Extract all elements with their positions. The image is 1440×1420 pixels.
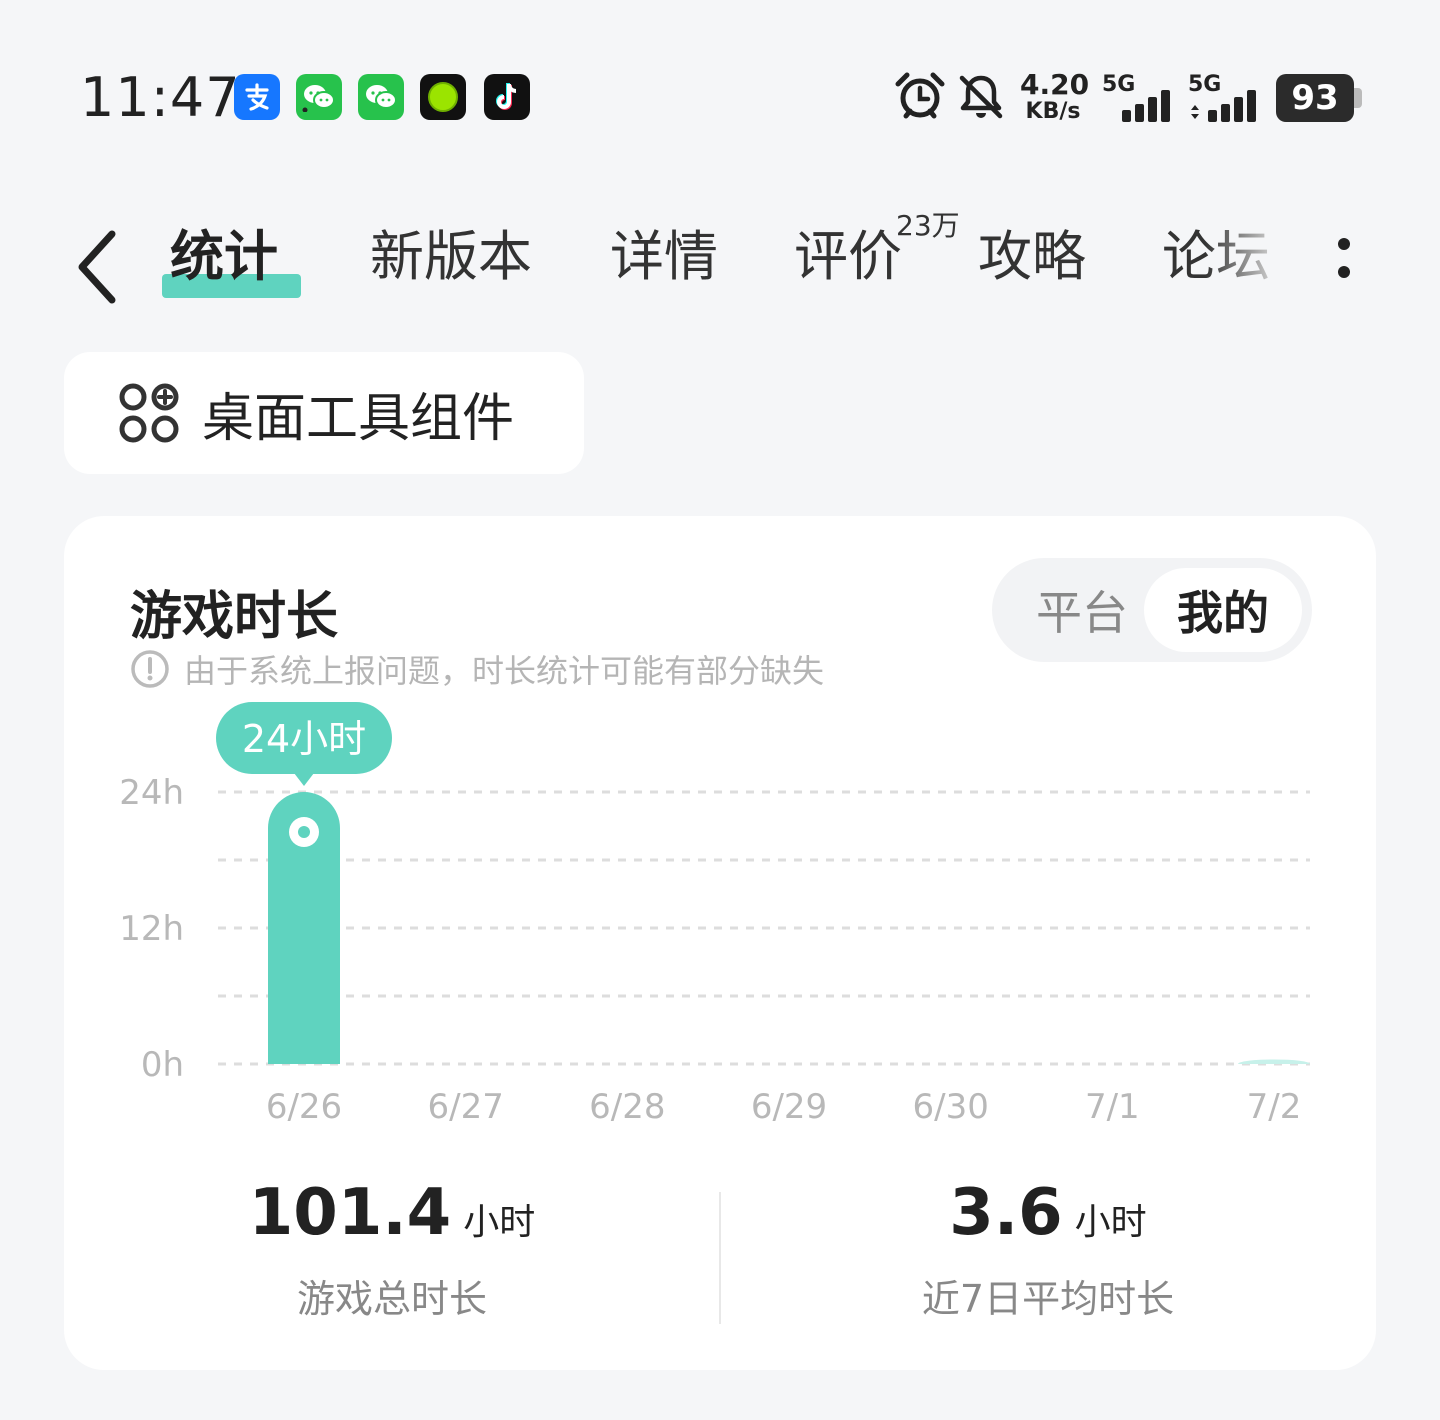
tab-details[interactable]: 详情 bbox=[610, 222, 718, 292]
card-title: 游戏时长 bbox=[130, 587, 339, 647]
net-speed-unit: KB/s bbox=[1025, 99, 1081, 124]
tab-forum[interactable]: 论坛 bbox=[1162, 222, 1270, 292]
x-tick-label: 6/28 bbox=[589, 1087, 665, 1127]
bar bbox=[1238, 1059, 1310, 1064]
bar-selected-marker-dot bbox=[298, 826, 310, 838]
signal2-icon bbox=[1191, 90, 1256, 122]
wechat-icon bbox=[296, 74, 342, 120]
tab-guides[interactable]: 攻略 bbox=[978, 222, 1086, 292]
data-notice: 由于系统上报问题，时长统计可能有部分缺失 bbox=[130, 646, 824, 692]
avg-playtime-label: 近7日平均时长 bbox=[921, 1277, 1175, 1321]
net-speed-value: 4.20 bbox=[1020, 68, 1090, 101]
info-exclamation-icon bbox=[131, 650, 169, 688]
y-tick-label: 12h bbox=[119, 909, 184, 949]
green-dot-app-icon bbox=[420, 74, 466, 120]
y-tick-label: 0h bbox=[141, 1045, 184, 1085]
x-tick-label: 6/30 bbox=[912, 1087, 988, 1127]
status-bar: 11:47 4.20 KB/s 5G 5G 93 bbox=[0, 0, 1440, 200]
desktop-widget-button[interactable]: 桌面工具组件 bbox=[64, 352, 584, 474]
tab-new-version[interactable]: 新版本 bbox=[370, 222, 532, 292]
segment-mine[interactable]: 我的 bbox=[1144, 568, 1302, 652]
y-tick-label: 24h bbox=[119, 773, 184, 813]
playtime-bar-chart: 0h 12h 24h 6/26 6/27 6/28 6/29 6/30 7/1 7/2 24小时 bbox=[119, 702, 1310, 1127]
tab-stats[interactable]: 统计 bbox=[170, 222, 278, 292]
avg-playtime-unit: 小时 bbox=[1074, 1202, 1147, 1243]
alipay-icon bbox=[234, 74, 280, 120]
wechat-icon bbox=[358, 74, 404, 120]
total-playtime: 101.4 小时 游戏总时长 bbox=[64, 1176, 720, 1323]
battery-tip bbox=[1354, 88, 1362, 108]
x-tick-label: 6/29 bbox=[751, 1087, 827, 1127]
tiktok-icon bbox=[484, 74, 530, 120]
avg-playtime: 3.6 小时 近7日平均时长 bbox=[720, 1176, 1376, 1323]
clock: 11:47 bbox=[80, 66, 241, 129]
desktop-widget-label: 桌面工具组件 bbox=[202, 388, 515, 449]
tooltip-pointer bbox=[294, 773, 314, 786]
mute-bell-icon bbox=[959, 75, 1003, 119]
avg-playtime-value: 3.6 bbox=[949, 1176, 1063, 1250]
total-playtime-label: 游戏总时长 bbox=[296, 1277, 487, 1321]
tab-reviews[interactable]: 评价 bbox=[794, 222, 902, 292]
back-button[interactable] bbox=[62, 214, 132, 304]
x-tick-label: 6/26 bbox=[266, 1087, 342, 1127]
battery-level: 93 bbox=[1276, 74, 1354, 122]
x-tick-label: 7/2 bbox=[1247, 1087, 1302, 1127]
x-tick-label: 7/1 bbox=[1085, 1087, 1140, 1127]
alarm-icon bbox=[895, 72, 945, 119]
source-segment-control: 平台 我的 bbox=[992, 558, 1312, 662]
tooltip-text: 24小时 bbox=[242, 717, 366, 761]
more-options-icon[interactable] bbox=[1322, 228, 1366, 288]
segment-platform[interactable]: 平台 bbox=[1002, 568, 1162, 652]
add-widget-icon bbox=[119, 383, 179, 443]
playtime-card: 游戏时长 由于系统上报问题，时长统计可能有部分缺失 平台 我的 0h 12h 24h… bbox=[64, 516, 1376, 1370]
reviews-count-badge: 23万 bbox=[896, 209, 960, 242]
summary-row: 101.4 小时 游戏总时长 3.6 小时 近7日平均时长 bbox=[64, 1176, 1376, 1356]
x-tick-label: 6/27 bbox=[427, 1087, 503, 1127]
tab-bar: 统计 新版本 详情 评价 23万 攻略 论坛 bbox=[0, 200, 1440, 320]
total-playtime-unit: 小时 bbox=[463, 1202, 536, 1243]
signal1-icon bbox=[1122, 90, 1170, 122]
notice-text: 由于系统上报问题，时长统计可能有部分缺失 bbox=[184, 652, 825, 690]
total-playtime-value: 101.4 bbox=[248, 1176, 452, 1250]
